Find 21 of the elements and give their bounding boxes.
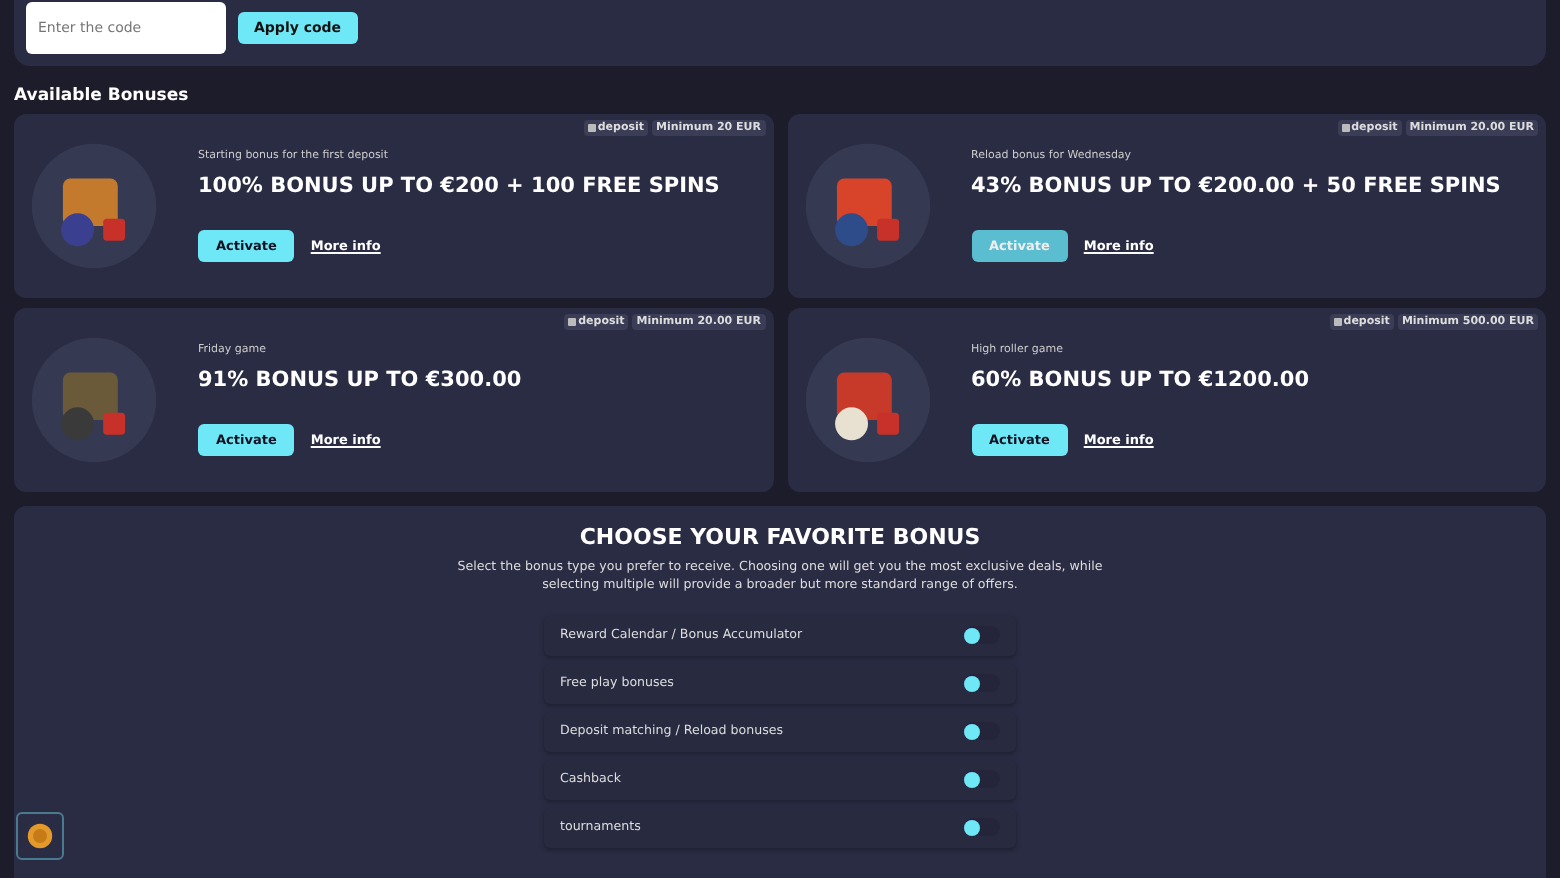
- toggle-switch[interactable]: [964, 770, 1000, 789]
- bonus-art-icon: [803, 142, 931, 270]
- square-icon: [1333, 318, 1342, 326]
- toggle-switch[interactable]: [964, 626, 1000, 645]
- preferences-title: CHOOSE YOUR FAVORITE BONUS: [579, 524, 981, 550]
- bonus-title: 91% BONUS UP TO €300.00: [198, 368, 522, 392]
- bonus-title: 60% BONUS UP TO €1200.00: [971, 368, 1309, 392]
- square-icon: [587, 124, 596, 132]
- square-icon: [1341, 124, 1350, 132]
- bonus-title: 43% BONUS UP TO €200.00 + 50 FREE SPINS: [971, 174, 1501, 198]
- bonus-art-icon: [30, 336, 158, 464]
- bonus-art-icon: [803, 336, 931, 464]
- section-heading: Available Bonuses: [14, 86, 191, 106]
- toggle-switch[interactable]: [964, 818, 1000, 837]
- toggle-switch[interactable]: [964, 722, 1000, 741]
- coin-icon: [26, 822, 54, 850]
- bonus-art-icon: [30, 142, 158, 270]
- toggle-switch[interactable]: [964, 674, 1000, 693]
- coin-button[interactable]: [16, 812, 64, 860]
- bonus-title: 100% BONUS UP TO €200 + 100 FREE SPINS: [198, 174, 720, 198]
- square-icon: [568, 318, 577, 326]
